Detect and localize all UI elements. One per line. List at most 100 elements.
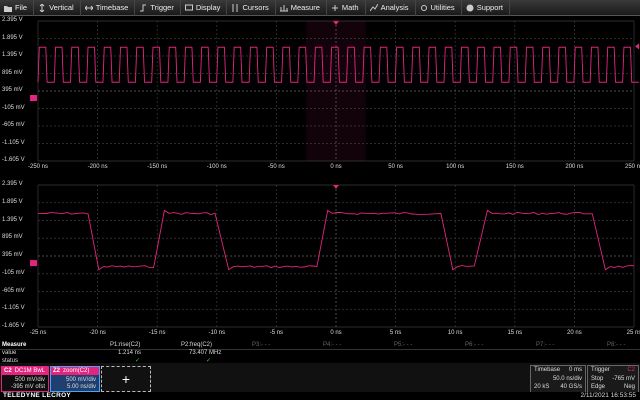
top-x-tick-label: -150 ns xyxy=(147,164,168,170)
top-x-tick-label: -250 ns xyxy=(27,164,49,170)
zoom-y-tick-label: -605 mV xyxy=(2,287,25,294)
top-y-tick-label: 2.395 V xyxy=(2,17,23,23)
menu-vertical[interactable]: Vertical xyxy=(34,0,81,16)
measure-param-name[interactable]: P3:- - - xyxy=(252,342,270,348)
top-x-tick-label: 200 ns xyxy=(565,164,584,170)
zoom-y-tick-label: -105 mV xyxy=(2,269,25,276)
channel-c2-vdiv: 500 mV/div xyxy=(14,377,45,383)
measure-param-name[interactable]: P8:- - - xyxy=(607,342,625,348)
measure-icon xyxy=(279,4,288,12)
menu-cursors[interactable]: Cursors xyxy=(227,0,276,16)
menu-label: Utilities xyxy=(430,3,455,12)
zoom-x-tick-label: -15 ns xyxy=(148,330,166,336)
timebase-descriptor[interactable]: Timebase 0 ms 50.0 ns/div 20 kS 40 GS/s xyxy=(530,365,586,393)
trigger-icon xyxy=(139,4,147,12)
measure-param-value: 1.214 ns xyxy=(118,350,142,356)
add-trace-button[interactable]: + xyxy=(101,366,151,392)
measure-param-name[interactable]: P5:- - - xyxy=(394,342,412,348)
top-x-tick-label: -100 ns xyxy=(206,164,227,170)
timebase-tdiv: 50.0 ns/div xyxy=(552,376,582,382)
zoom-gridlines xyxy=(37,184,635,328)
top-x-tick-label: 0 ns xyxy=(330,164,342,170)
top-trigger-level-icon xyxy=(635,43,639,50)
menu-label: Cursors xyxy=(242,3,269,12)
measure-title: Measure xyxy=(2,342,27,348)
measure-value-label: value xyxy=(2,350,17,356)
status-line: TELEDYNE LECROY 2/11/2021 16:53:55 xyxy=(0,392,640,400)
menu-label: Measure xyxy=(290,3,320,12)
zoom-y-tick-label: 895 mV xyxy=(2,234,23,241)
zoom-channel-marker[interactable] xyxy=(30,260,37,267)
zoom-y-tick-label: 2.395 V xyxy=(2,181,23,187)
channel-c2-offset: -395 mV ofst xyxy=(10,384,45,390)
menu-label: Display xyxy=(195,3,221,12)
top-y-tick-label: -1.605 V xyxy=(2,157,25,163)
timebase-icon xyxy=(84,4,93,12)
trigger-title: Trigger xyxy=(591,367,610,373)
zoom-y-tick-label: -1.605 V xyxy=(2,323,25,329)
top-x-tick-label: -50 ns xyxy=(268,164,285,170)
zoom-z2-header: Z2 zoom(C2) xyxy=(51,367,99,375)
analysis-icon xyxy=(369,3,378,12)
top-x-tick-label: 150 ns xyxy=(505,164,524,170)
trigger-type: Edge xyxy=(591,384,606,390)
top-y-tick-label: -1.105 V xyxy=(2,139,25,146)
menu-file[interactable]: File xyxy=(0,0,35,16)
top-y-tick-label: 1.395 V xyxy=(2,52,23,58)
zoom-x-tick-label: 20 ns xyxy=(567,330,582,336)
measure-param-name[interactable]: P6:- - - xyxy=(465,342,483,348)
menu-label: Analysis xyxy=(380,3,409,12)
zoom-waveform-grid[interactable]: 2.395 V 1.895 V 1.395 V 895 mV 395 mV -105 mV… xyxy=(0,181,640,341)
folder-icon xyxy=(4,4,12,12)
trigger-level: -765 mV xyxy=(612,376,635,382)
math-icon xyxy=(331,4,339,12)
timebase-rate: 40 GS/s xyxy=(560,384,582,390)
menu-math[interactable]: Math xyxy=(327,0,366,16)
top-channel-marker[interactable] xyxy=(30,95,37,101)
zoom-x-tick-label: 0 ns xyxy=(330,330,342,336)
zoom-x-tick-label: 15 ns xyxy=(507,330,523,336)
top-y-tick-label: -105 mV xyxy=(2,104,25,111)
channel-c2-descriptor[interactable]: C2 DC1M BwL 500 mV/div -395 mV ofst xyxy=(1,366,49,392)
zoom-region-highlight xyxy=(306,21,366,161)
trigger-slope: Neg xyxy=(623,384,635,390)
zoom-z2-tdiv: 5.00 ns/div xyxy=(66,384,96,390)
measure-param-name[interactable]: P7:- - - xyxy=(536,342,554,348)
zoom-z2-descriptor[interactable]: Z2 zoom(C2) 500 mV/div 5.00 ns/div xyxy=(50,366,100,392)
measure-param-name[interactable]: P1:rise(C2) xyxy=(110,342,140,348)
top-y-tick-label: 1.895 V xyxy=(2,34,23,41)
trigger-channel: C2 xyxy=(627,367,635,373)
menu-timebase[interactable]: Timebase xyxy=(81,0,136,16)
display-icon xyxy=(184,4,193,12)
zoom-x-tick-label: 5 ns xyxy=(389,330,402,336)
top-waveform-grid[interactable]: 2.395 V 1.895 V 1.395 V 895 mV 395 mV -105 mV… xyxy=(0,17,640,175)
channel-c2-header: C2 DC1M BwL xyxy=(2,367,48,375)
cursors-icon xyxy=(231,3,239,12)
zoom-trigger-time-icon xyxy=(333,185,339,189)
measure-param-name[interactable]: P4:- - - xyxy=(323,342,341,348)
measure-divider xyxy=(0,349,640,350)
zoom-y-tick-label: 1.395 V xyxy=(2,216,23,223)
channel-c2-name: C2 xyxy=(4,368,12,374)
zoom-y-tick-label: 1.895 V xyxy=(2,198,23,205)
measure-param-value: 73.407 MHz xyxy=(189,350,222,356)
menu-label: Timebase xyxy=(95,3,129,12)
menu-display[interactable]: Display xyxy=(181,0,228,16)
menu-support[interactable]: Support xyxy=(462,0,510,16)
menu-analysis[interactable]: Analysis xyxy=(366,0,416,16)
measure-param-name[interactable]: P2:freq(C2) xyxy=(181,342,212,348)
menu-trigger[interactable]: Trigger xyxy=(135,0,181,16)
menu-measure[interactable]: Measure xyxy=(276,0,327,16)
top-x-tick-label: -200 ns xyxy=(87,164,108,170)
utilities-icon xyxy=(420,4,428,12)
top-waveform-svg xyxy=(30,20,639,162)
menu-bar: File Vertical Timebase Trigger Display Cursor… xyxy=(0,0,640,16)
zoom-x-tick-label: -5 ns xyxy=(269,330,284,336)
timebase-delay: 0 ms xyxy=(568,367,582,373)
zoom-x-tick-label: 10 ns xyxy=(447,330,463,336)
zoom-z2-vdiv: 500 mV/div xyxy=(65,377,96,383)
menu-label: Support xyxy=(476,3,503,12)
menu-utilities[interactable]: Utilities xyxy=(416,0,462,16)
trigger-descriptor[interactable]: Trigger C2 Stop -765 mV Edge Neg xyxy=(587,365,639,393)
zoom-waveform-svg xyxy=(30,184,635,328)
